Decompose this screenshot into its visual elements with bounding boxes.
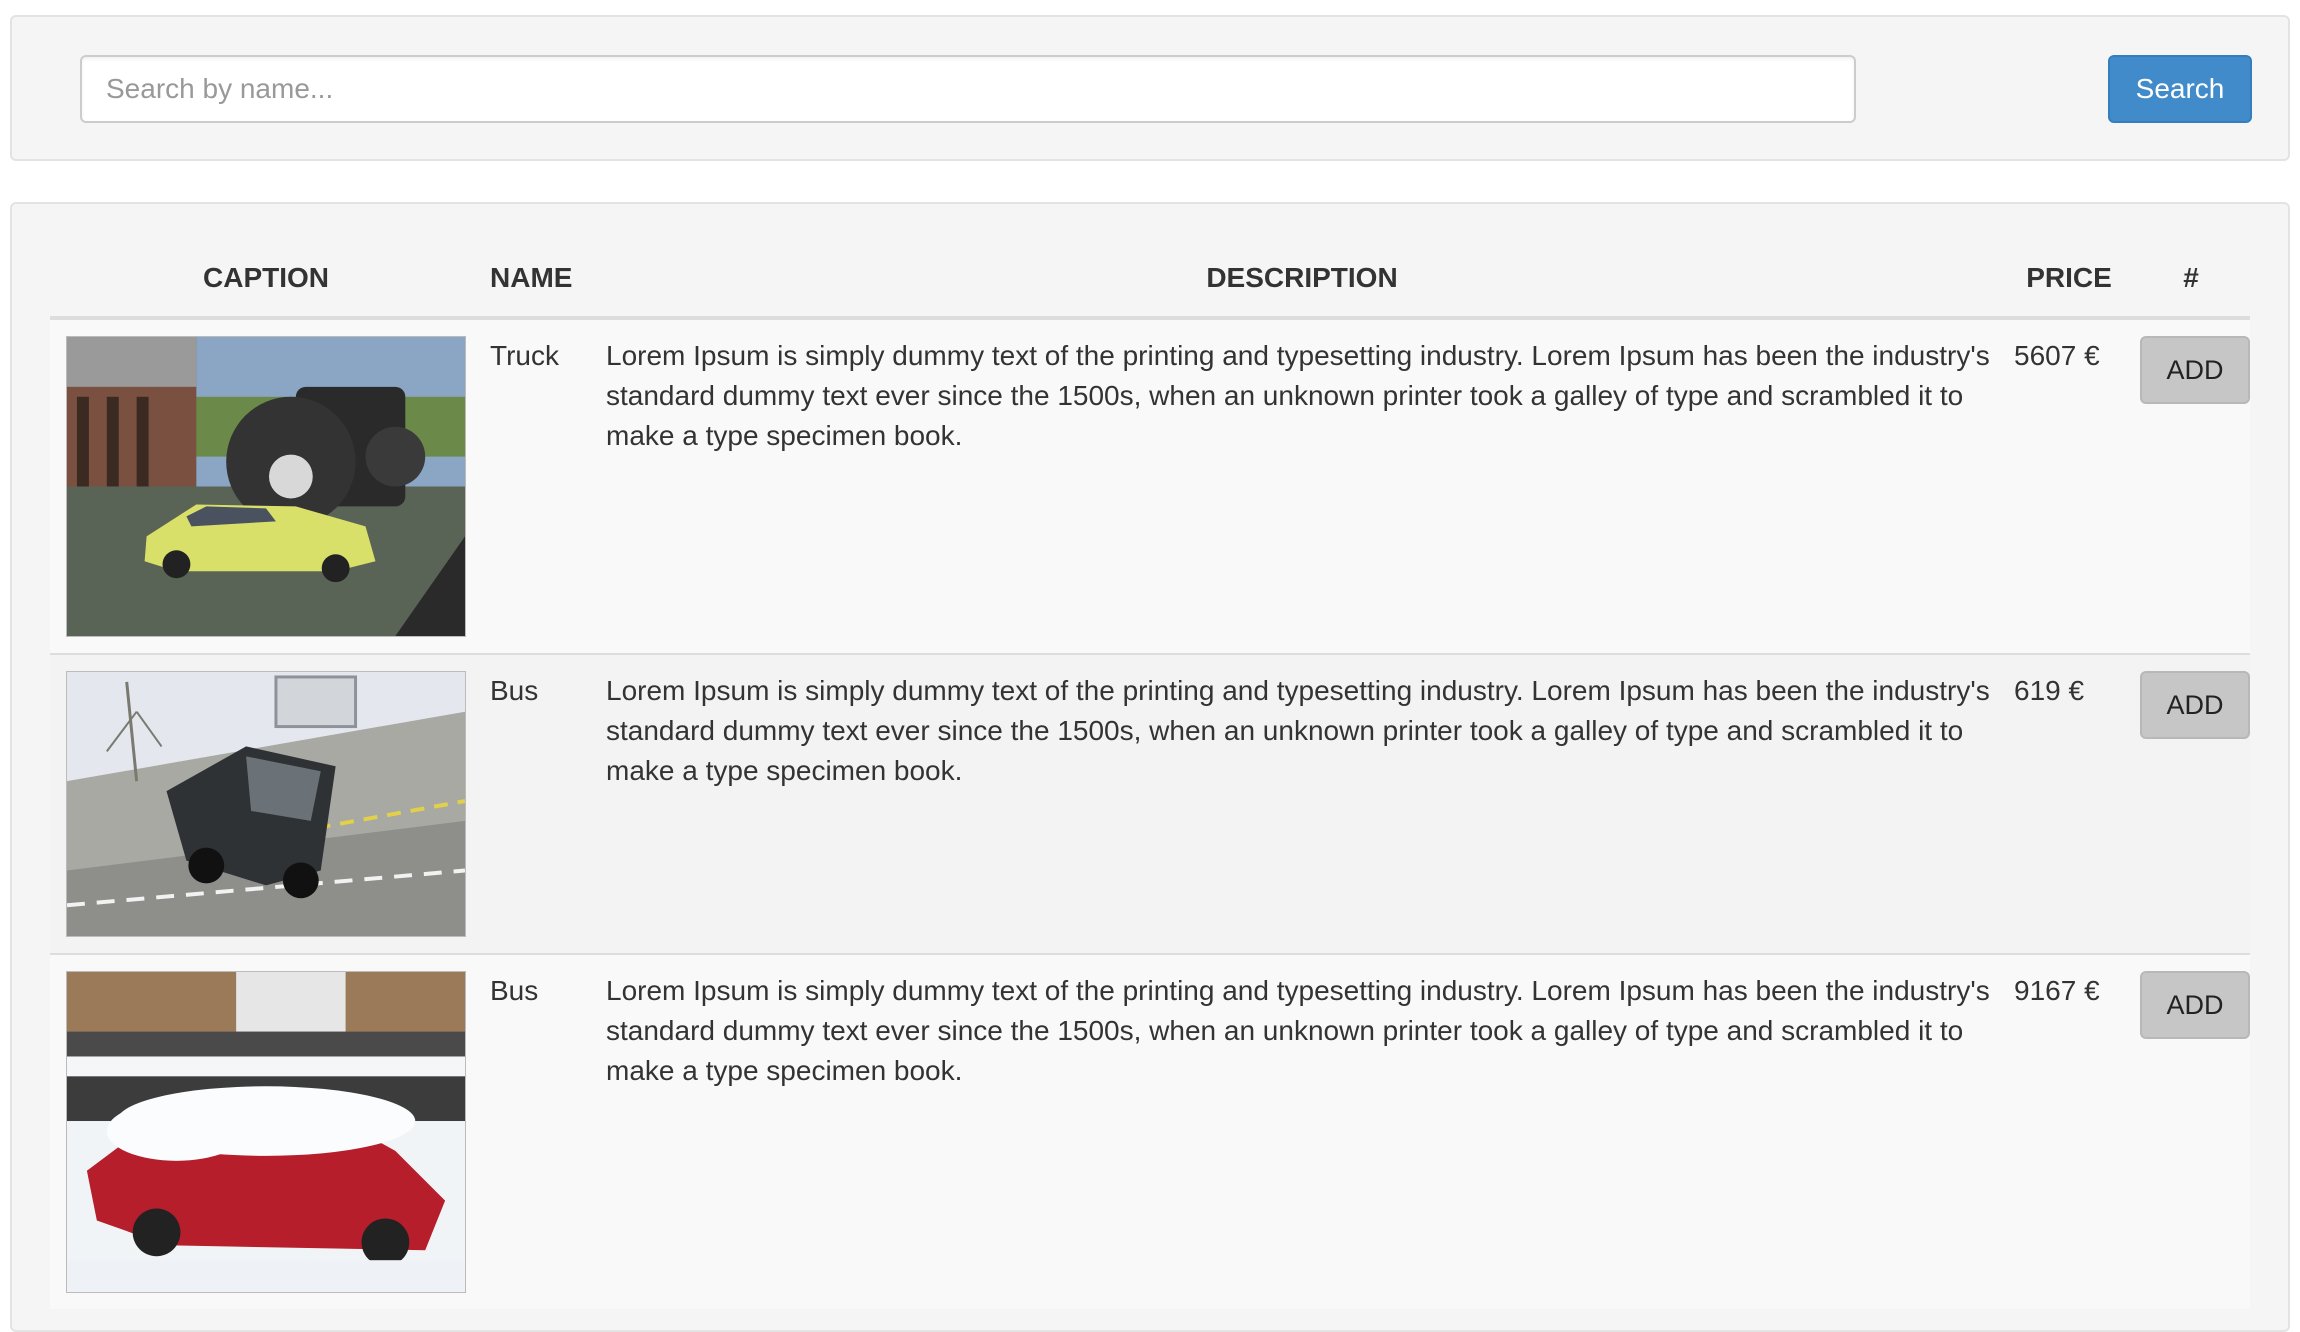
price-cell: 619 € (2014, 675, 2085, 706)
description-cell: Lorem Ipsum is simply dummy text of the … (606, 675, 1990, 786)
van-on-curve-image (67, 672, 465, 936)
description-cell: Lorem Ipsum is simply dummy text of the … (606, 340, 1990, 451)
action-cell: ADD (2132, 954, 2250, 1309)
action-cell: ADD (2132, 654, 2250, 954)
price-cell: 5607 € (2014, 340, 2100, 371)
name-cell: Truck (490, 340, 559, 371)
column-header-description: DESCRIPTION (598, 240, 2006, 320)
search-button[interactable]: Search (2108, 55, 2252, 123)
add-button[interactable]: ADD (2140, 671, 2250, 739)
column-header-action: # (2132, 240, 2250, 320)
column-header-price: PRICE (2006, 240, 2132, 320)
add-button[interactable]: ADD (2140, 971, 2250, 1039)
crushed-car-image (67, 337, 465, 636)
price-cell: 9167 € (2014, 975, 2100, 1006)
products-panel: CAPTION NAME DESCRIPTION PRICE # Truck L… (10, 202, 2290, 1332)
product-image-truck (66, 336, 466, 637)
action-cell: ADD (2132, 318, 2250, 654)
product-image-bus-2 (66, 971, 466, 1293)
products-table: CAPTION NAME DESCRIPTION PRICE # Truck L… (50, 240, 2250, 1309)
search-input[interactable] (80, 55, 1856, 123)
product-image-bus (66, 671, 466, 937)
name-cell: Bus (490, 675, 539, 706)
add-button[interactable]: ADD (2140, 336, 2250, 404)
table-row: Bus Lorem Ipsum is simply dummy text of … (50, 954, 2250, 1309)
column-header-caption: CAPTION (50, 240, 482, 320)
caption-cell (50, 954, 482, 1309)
search-panel: Search (10, 15, 2290, 161)
table-header-row: CAPTION NAME DESCRIPTION PRICE # (50, 240, 2250, 320)
caption-cell (50, 318, 482, 654)
table-row: Truck Lorem Ipsum is simply dummy text o… (50, 318, 2250, 654)
name-cell: Bus (490, 975, 539, 1006)
caption-cell (50, 654, 482, 954)
column-header-name: NAME (482, 240, 598, 320)
snow-car-image (67, 972, 465, 1292)
description-cell: Lorem Ipsum is simply dummy text of the … (606, 975, 1990, 1086)
table-row: Bus Lorem Ipsum is simply dummy text of … (50, 654, 2250, 954)
